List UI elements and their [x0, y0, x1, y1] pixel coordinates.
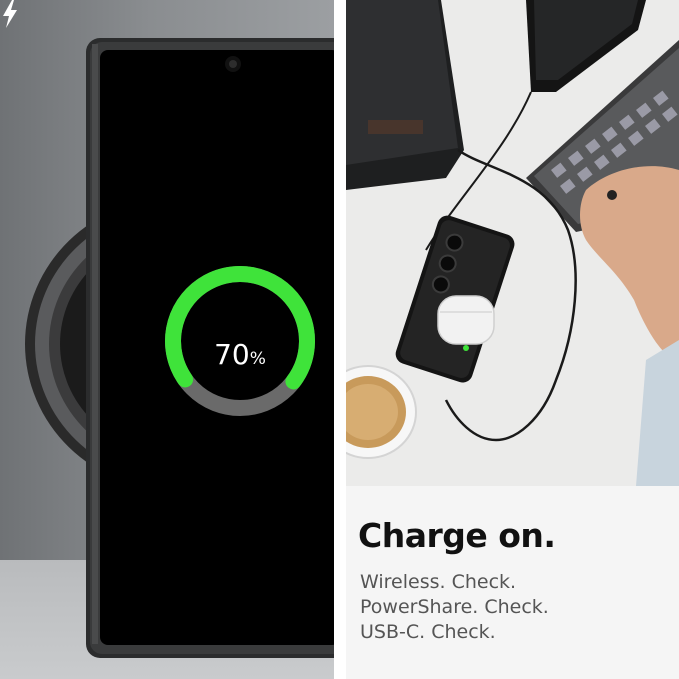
feature-list: Wireless. Check. PowerShare. Check. USB-…	[360, 570, 549, 645]
product-image: 70% Charge on. Wireless. Check. PowerSha…	[0, 0, 679, 679]
feature-text-panel: Charge on. Wireless. Check. PowerShare. …	[346, 486, 679, 679]
desk-photo	[346, 0, 679, 486]
feature-item-usb-c: USB-C. Check.	[360, 621, 496, 643]
desk-scene	[346, 0, 679, 486]
lightning-bolt-icon	[3, 0, 17, 28]
battery-percent-value: 70	[214, 338, 250, 371]
battery-percentage: 70%	[180, 338, 300, 371]
feature-item-wireless: Wireless. Check.	[360, 571, 517, 593]
finger-ring	[607, 190, 617, 200]
headline: Charge on.	[358, 516, 556, 555]
phone-charging-panel: 70%	[0, 0, 334, 679]
feature-item-powershare: PowerShare. Check.	[360, 596, 549, 618]
battery-percent-unit: %	[249, 349, 266, 369]
panel-divider	[334, 0, 346, 679]
